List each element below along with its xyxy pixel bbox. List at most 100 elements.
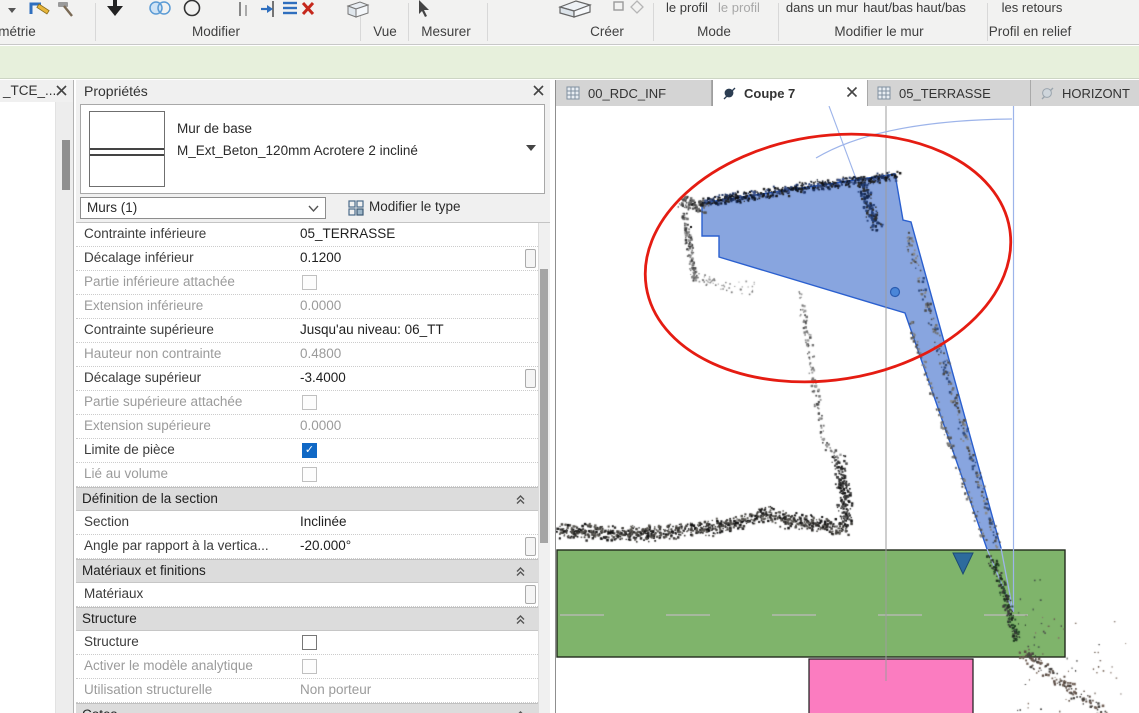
property-group-d-finition-de-la-section[interactable]: Définition de la section (76, 487, 538, 511)
circles-tool-icon[interactable] (148, 0, 174, 23)
tool-hammer-icon[interactable] (55, 0, 77, 23)
edit-type-button[interactable]: Modifier le type (346, 197, 546, 219)
properties-scroll-thumb[interactable] (540, 269, 548, 543)
property-label: Extension inférieure (84, 298, 292, 313)
property-row-limite-de-pi-ce[interactable]: Limite de pièce ✓ (76, 439, 538, 463)
checkbox-activer-le-mod-le-analytique[interactable] (302, 659, 317, 674)
property-value-hauteur-non-contrainte[interactable]: 0.4800 (300, 346, 518, 361)
property-value-d-calage-sup-rieur[interactable]: -3.4000 (300, 370, 518, 385)
property-value-contrainte-sup-rieure[interactable]: Jusqu'au niveau: 06_TT (300, 322, 518, 337)
type-selector-caret-icon[interactable] (525, 143, 537, 152)
checkbox-partie-sup-rieure-attach-e[interactable] (302, 395, 317, 410)
group-label: Structure (82, 611, 137, 626)
property-row-extension-sup-rieure[interactable]: Extension supérieure0.0000 (76, 415, 538, 439)
left-dock-close-icon[interactable] (55, 84, 69, 98)
delete-red-x-icon[interactable] (300, 0, 316, 23)
property-group-structure[interactable]: Structure (76, 607, 538, 631)
property-label: Matériaux (84, 586, 292, 601)
list-lines-icon[interactable] (281, 0, 299, 23)
caption-detacher-haut-bas[interactable]: haut/bas (916, 0, 966, 16)
view-tab-coupe-7[interactable]: Coupe 7 (712, 80, 868, 106)
tab-close-icon[interactable] (846, 86, 858, 101)
section-view-gray-icon (1040, 86, 1055, 101)
property-row-d-calage-sup-rieur[interactable]: Décalage supérieur -3.4000 (76, 367, 538, 391)
measure-cursor-icon[interactable] (415, 0, 435, 23)
property-value-d-calage-inf-rieur[interactable]: 0.1200 (300, 250, 518, 265)
property-row-contrainte-sup-rieure[interactable]: Contrainte supérieureJusqu'au niveau: 06… (76, 319, 538, 343)
property-group-cotes[interactable]: Cotes (76, 703, 538, 713)
property-row-section[interactable]: SectionInclinée (76, 511, 538, 535)
plan-view-icon (566, 86, 581, 100)
property-row-li-au-volume[interactable]: Lié au volume (76, 463, 538, 487)
associate-param-button-d-calage-sup-rieur[interactable] (525, 369, 536, 388)
selection-filter-combo[interactable]: Murs (1) (80, 197, 326, 219)
property-row-utilisation-structurelle[interactable]: Utilisation structurelle Non porteur (76, 679, 538, 703)
create-cube-icon[interactable] (556, 0, 602, 23)
drawing-area-coupe-7[interactable] (556, 106, 1139, 713)
view-cube-icon[interactable] (344, 0, 372, 23)
checkbox-partie-inf-rieure-attach-e[interactable] (302, 275, 317, 290)
measure-sticks-icon[interactable] (236, 0, 252, 23)
move-down-arrow-icon[interactable] (104, 0, 126, 23)
circle-tool-icon[interactable] (182, 0, 204, 23)
caption-les-retours[interactable]: les retours (1002, 0, 1063, 16)
properties-panel: Propriétés Mur de base M_Ext_Beton_120mm… (76, 80, 550, 713)
property-row-angle-par-rapport-la-vertica[interactable]: Angle par rapport à la vertica...-20.000… (76, 535, 538, 559)
property-value-section[interactable]: Inclinée (300, 514, 518, 529)
checkbox-limite-de-pi-ce[interactable]: ✓ (302, 443, 317, 458)
dropdown-caret-icon[interactable] (6, 2, 18, 20)
small-rect-icon[interactable] (612, 0, 626, 19)
type-selector[interactable]: Mur de base M_Ext_Beton_120mm Acrotere 2… (80, 104, 545, 194)
caption-reinitialiser-le-profil: le profil (718, 0, 760, 16)
property-value-utilisation-structurelle[interactable]: Non porteur (300, 682, 518, 697)
property-row-partie-sup-rieure-attach-e[interactable]: Partie supérieure attachée (76, 391, 538, 415)
combo-chevron-down-icon (308, 205, 319, 213)
collapse-chevron-icon[interactable] (515, 566, 526, 578)
checkbox-li-au-volume[interactable] (302, 467, 317, 482)
property-value-angle-par-rapport-la-vertica[interactable]: -20.000° (300, 538, 518, 553)
view-tab-horizont[interactable]: HORIZONT (1031, 80, 1139, 106)
property-row-partie-inf-rieure-attach-e[interactable]: Partie inférieure attachée (76, 271, 538, 295)
view-tab-00-rdc-inf[interactable]: 00_RDC_INF (557, 80, 712, 106)
small-diamond-icon[interactable] (630, 0, 644, 19)
collapse-chevron-icon[interactable] (515, 494, 526, 506)
property-label: Partie supérieure attachée (84, 394, 292, 409)
property-value-contrainte-inf-rieure[interactable]: 05_TERRASSE (300, 226, 518, 241)
left-dock-title: _TCE_... (3, 83, 56, 98)
associate-param-button-mat-riaux[interactable] (525, 585, 536, 604)
edit-geometry-icon[interactable] (28, 0, 52, 23)
point-cloud-layer (556, 106, 1139, 713)
properties-close-icon[interactable] (532, 84, 546, 98)
property-grid: Contrainte inférieure05_TERRASSEDécalage… (76, 222, 550, 713)
edit-type-icon (348, 200, 365, 217)
associate-param-button-d-calage-inf-rieur[interactable] (525, 249, 536, 268)
property-row-hauteur-non-contrainte[interactable]: Hauteur non contrainte0.4800 (76, 343, 538, 367)
left-dock-scrollbar[interactable] (55, 102, 73, 713)
options-bar (0, 46, 1139, 79)
ribbon-group-geometrie: métrie (0, 24, 36, 39)
property-value-extension-inf-rieure[interactable]: 0.0000 (300, 298, 518, 313)
property-row-mat-riaux[interactable]: Matériaux (76, 583, 538, 607)
left-dock-scroll-thumb[interactable] (62, 140, 70, 190)
property-label: Décalage supérieur (84, 370, 292, 385)
property-row-structure[interactable]: Structure (76, 631, 538, 655)
property-label: Limite de pièce (84, 442, 292, 457)
collapse-chevron-icon[interactable] (515, 614, 526, 626)
property-group-mat-riaux-et-finitions[interactable]: Matériaux et finitions (76, 559, 538, 583)
view-tab-05-terrasse[interactable]: 05_TERRASSE (868, 80, 1031, 106)
caption-attacher-haut-bas[interactable]: haut/bas (863, 0, 913, 16)
section-view-icon (722, 86, 737, 101)
property-label: Utilisation structurelle (84, 682, 292, 697)
ribbon-group-modifier-le-mur: Modifier le mur (834, 24, 923, 39)
property-value-extension-sup-rieure[interactable]: 0.0000 (300, 418, 518, 433)
property-row-activer-le-mod-le-analytique[interactable]: Activer le modèle analytique (76, 655, 538, 679)
group-label: Matériaux et finitions (82, 563, 206, 578)
associate-param-button-angle-par-rapport-la-vertica[interactable] (525, 537, 536, 556)
property-row-d-calage-inf-rieur[interactable]: Décalage inférieur0.1200 (76, 247, 538, 271)
property-row-contrainte-inf-rieure[interactable]: Contrainte inférieure05_TERRASSE (76, 223, 538, 247)
checkbox-structure[interactable] (302, 635, 317, 650)
align-icon[interactable] (259, 0, 279, 23)
property-row-extension-inf-rieure[interactable]: Extension inférieure 0.0000 (76, 295, 538, 319)
caption-modifier-le-profil[interactable]: le profil (666, 0, 708, 16)
caption-dans-un-mur[interactable]: dans un mur (786, 0, 858, 16)
